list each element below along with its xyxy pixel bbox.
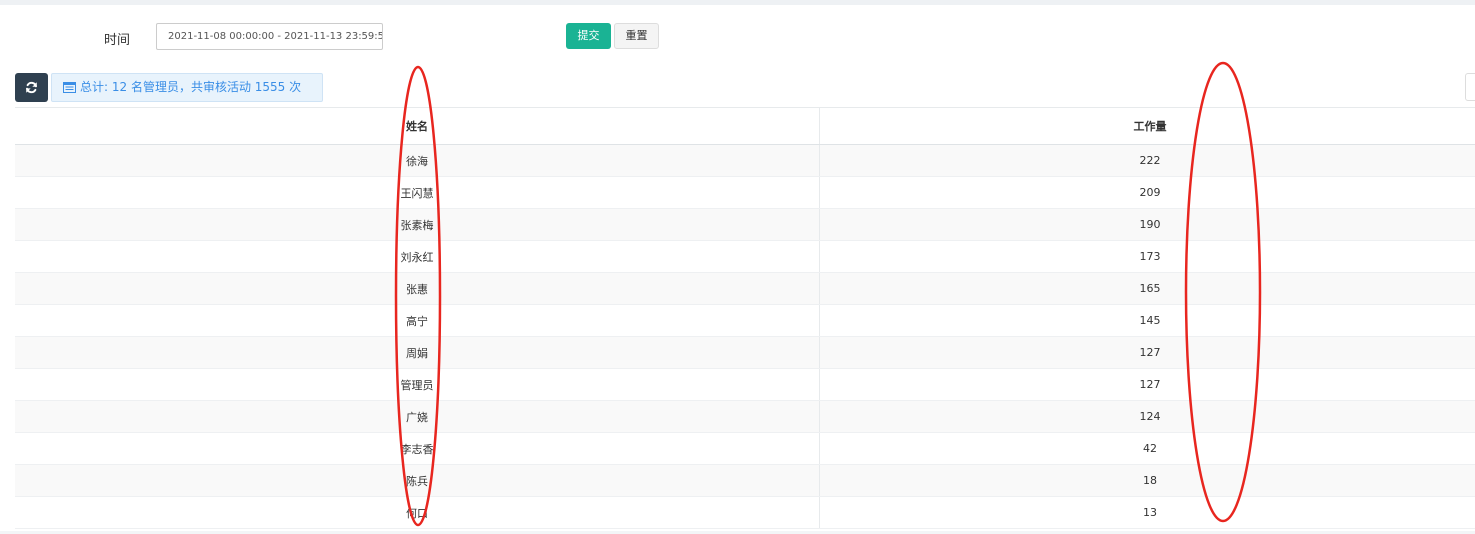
workload-table: 姓名 工作量 徐海 222 王闪慧 209 张素梅 190 刘永红 173 张惠 165 高宁 145… [15, 107, 1475, 529]
list-icon [63, 82, 76, 93]
column-header-name[interactable]: 姓名 [15, 108, 820, 144]
cell-workload: 127 [1139, 346, 1161, 359]
table-row: 广娆 124 [15, 401, 1475, 433]
summary-badge: 总计: 12 名管理员，共审核活动 1555 次 [51, 73, 323, 102]
table-row: 李志香 42 [15, 433, 1475, 465]
cell-name: 陈兵 [15, 465, 820, 496]
summary-text: 总计: 12 名管理员，共审核活动 1555 次 [80, 80, 302, 94]
refresh-button[interactable] [15, 73, 48, 102]
table-row: 刘永红 173 [15, 241, 1475, 273]
table-row: 高宁 145 [15, 305, 1475, 337]
cell-name: 管理员 [15, 369, 820, 400]
cell-workload: 165 [1139, 282, 1161, 295]
cell-workload: 173 [1139, 250, 1161, 263]
cell-workload: 18 [1143, 474, 1157, 487]
table-row: 张惠 165 [15, 273, 1475, 305]
cell-workload: 209 [1139, 186, 1161, 199]
table-row: 王闪慧 209 [15, 177, 1475, 209]
table-body: 徐海 222 王闪慧 209 张素梅 190 刘永红 173 张惠 165 高宁 145 周娟 127 管理… [15, 145, 1475, 529]
time-range-input[interactable] [156, 23, 383, 50]
cell-name: 李志香 [15, 433, 820, 464]
cell-workload: 42 [1143, 442, 1157, 455]
table-header: 姓名 工作量 [15, 108, 1475, 145]
cell-workload: 190 [1139, 218, 1161, 231]
cell-name: 刘永红 [15, 241, 820, 272]
table-row: 何口 13 [15, 497, 1475, 529]
cell-name: 张惠 [15, 273, 820, 304]
cell-name: 广娆 [15, 401, 820, 432]
cell-workload: 124 [1139, 410, 1161, 423]
cell-name: 何口 [15, 497, 820, 528]
cell-workload: 222 [1139, 154, 1161, 167]
time-label: 时间 [104, 33, 131, 48]
toolbar-right-button[interactable] [1465, 73, 1475, 101]
table-row: 周娟 127 [15, 337, 1475, 369]
cell-workload: 145 [1139, 314, 1161, 327]
table-row: 张素梅 190 [15, 209, 1475, 241]
table-row: 管理员 127 [15, 369, 1475, 401]
cell-name: 高宁 [15, 305, 820, 336]
cell-name: 王闪慧 [15, 177, 820, 208]
reset-button[interactable]: 重置 [614, 23, 659, 49]
cell-name: 周娟 [15, 337, 820, 368]
column-header-workload[interactable]: 工作量 [820, 108, 1475, 144]
refresh-icon [26, 81, 37, 94]
cell-workload: 13 [1143, 506, 1157, 519]
cell-name: 张素梅 [15, 209, 820, 240]
submit-button[interactable]: 提交 [566, 23, 611, 49]
table-row: 陈兵 18 [15, 465, 1475, 497]
cell-workload: 127 [1139, 378, 1161, 391]
cell-name: 徐海 [15, 145, 820, 176]
table-row: 徐海 222 [15, 145, 1475, 177]
